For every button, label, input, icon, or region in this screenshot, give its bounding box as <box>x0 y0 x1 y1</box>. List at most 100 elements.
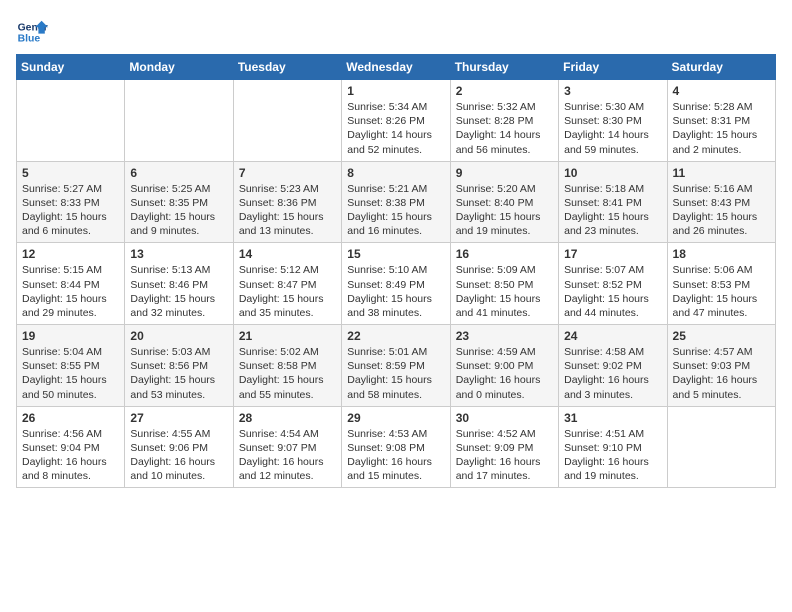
calendar-cell: 30 Sunrise: 4:52 AMSunset: 9:09 PMDayligh… <box>450 406 558 488</box>
calendar-cell <box>17 80 125 162</box>
day-number: 19 <box>22 329 119 343</box>
calendar-header: SundayMondayTuesdayWednesdayThursdayFrid… <box>17 55 776 80</box>
calendar-cell: 11 Sunrise: 5:16 AMSunset: 8:43 PMDayligh… <box>667 161 775 243</box>
day-number: 20 <box>130 329 227 343</box>
calendar-cell: 1 Sunrise: 5:34 AMSunset: 8:26 PMDaylight… <box>342 80 450 162</box>
calendar-cell <box>125 80 233 162</box>
day-number: 1 <box>347 84 444 98</box>
calendar-cell: 8Sunrise: 5:21 AMSunset: 8:38 PMDaylight… <box>342 161 450 243</box>
calendar-cell: 22 Sunrise: 5:01 AMSunset: 8:59 PMDayligh… <box>342 325 450 407</box>
day-info: Sunrise: 5:09 AMSunset: 8:50 PMDaylight:… <box>456 263 553 320</box>
day-info: Sunrise: 4:58 AMSunset: 9:02 PMDaylight:… <box>564 345 661 402</box>
calendar-cell: 21 Sunrise: 5:02 AMSunset: 8:58 PMDayligh… <box>233 325 341 407</box>
day-info: Sunrise: 5:23 AMSunset: 8:36 PMDaylight:… <box>239 182 336 239</box>
calendar-cell: 9 Sunrise: 5:20 AMSunset: 8:40 PMDaylight… <box>450 161 558 243</box>
calendar-cell: 27 Sunrise: 4:55 AMSunset: 9:06 PMDayligh… <box>125 406 233 488</box>
day-info: Sunrise: 5:32 AMSunset: 8:28 PMDaylight:… <box>456 100 553 157</box>
day-info: Sunrise: 4:52 AMSunset: 9:09 PMDaylight:… <box>456 427 553 484</box>
day-number: 14 <box>239 247 336 261</box>
calendar-cell <box>667 406 775 488</box>
logo: General Blue <box>16 16 48 48</box>
day-number: 30 <box>456 411 553 425</box>
day-info: Sunrise: 5:15 AMSunset: 8:44 PMDaylight:… <box>22 263 119 320</box>
calendar-cell: 10 Sunrise: 5:18 AMSunset: 8:41 PMDayligh… <box>559 161 667 243</box>
calendar-cell: 23Sunrise: 4:59 AMSunset: 9:00 PMDayligh… <box>450 325 558 407</box>
calendar-cell <box>233 80 341 162</box>
calendar-cell: 20 Sunrise: 5:03 AMSunset: 8:56 PMDayligh… <box>125 325 233 407</box>
page-header: General Blue <box>16 16 776 48</box>
calendar-cell: 26 Sunrise: 4:56 AMSunset: 9:04 PMDayligh… <box>17 406 125 488</box>
day-number: 16 <box>456 247 553 261</box>
calendar-week-1: 1 Sunrise: 5:34 AMSunset: 8:26 PMDaylight… <box>17 80 776 162</box>
day-number: 12 <box>22 247 119 261</box>
day-number: 27 <box>130 411 227 425</box>
day-info: Sunrise: 5:01 AMSunset: 8:59 PMDaylight:… <box>347 345 444 402</box>
day-info: Sunrise: 4:51 AMSunset: 9:10 PMDaylight:… <box>564 427 661 484</box>
header-day-monday: Monday <box>125 55 233 80</box>
day-info: Sunrise: 4:57 AMSunset: 9:03 PMDaylight:… <box>673 345 770 402</box>
calendar-cell: 4 Sunrise: 5:28 AMSunset: 8:31 PMDaylight… <box>667 80 775 162</box>
day-number: 3 <box>564 84 661 98</box>
day-info: Sunrise: 5:02 AMSunset: 8:58 PMDaylight:… <box>239 345 336 402</box>
calendar-cell: 15 Sunrise: 5:10 AMSunset: 8:49 PMDayligh… <box>342 243 450 325</box>
day-number: 17 <box>564 247 661 261</box>
day-number: 22 <box>347 329 444 343</box>
day-number: 15 <box>347 247 444 261</box>
day-number: 11 <box>673 166 770 180</box>
day-info: Sunrise: 5:28 AMSunset: 8:31 PMDaylight:… <box>673 100 770 157</box>
day-info: Sunrise: 5:25 AMSunset: 8:35 PMDaylight:… <box>130 182 227 239</box>
day-number: 4 <box>673 84 770 98</box>
header-day-friday: Friday <box>559 55 667 80</box>
day-info: Sunrise: 5:03 AMSunset: 8:56 PMDaylight:… <box>130 345 227 402</box>
calendar-week-3: 12 Sunrise: 5:15 AMSunset: 8:44 PMDayligh… <box>17 243 776 325</box>
svg-text:Blue: Blue <box>18 34 41 45</box>
day-number: 6 <box>130 166 227 180</box>
calendar-week-5: 26 Sunrise: 4:56 AMSunset: 9:04 PMDayligh… <box>17 406 776 488</box>
day-number: 28 <box>239 411 336 425</box>
calendar-cell: 19 Sunrise: 5:04 AMSunset: 8:55 PMDayligh… <box>17 325 125 407</box>
calendar-cell: 25 Sunrise: 4:57 AMSunset: 9:03 PMDayligh… <box>667 325 775 407</box>
day-number: 5 <box>22 166 119 180</box>
day-number: 31 <box>564 411 661 425</box>
day-number: 7 <box>239 166 336 180</box>
day-number: 9 <box>456 166 553 180</box>
day-number: 18 <box>673 247 770 261</box>
day-info: Sunrise: 4:55 AMSunset: 9:06 PMDaylight:… <box>130 427 227 484</box>
calendar-cell: 28 Sunrise: 4:54 AMSunset: 9:07 PMDayligh… <box>233 406 341 488</box>
calendar-week-2: 5 Sunrise: 5:27 AMSunset: 8:33 PMDaylight… <box>17 161 776 243</box>
day-info: Sunrise: 5:34 AMSunset: 8:26 PMDaylight:… <box>347 100 444 157</box>
day-info: Sunrise: 5:06 AMSunset: 8:53 PMDaylight:… <box>673 263 770 320</box>
calendar-cell: 14Sunrise: 5:12 AMSunset: 8:47 PMDayligh… <box>233 243 341 325</box>
logo-icon: General Blue <box>16 16 48 48</box>
calendar-cell: 16 Sunrise: 5:09 AMSunset: 8:50 PMDayligh… <box>450 243 558 325</box>
day-number: 25 <box>673 329 770 343</box>
day-info: Sunrise: 5:27 AMSunset: 8:33 PMDaylight:… <box>22 182 119 239</box>
day-info: Sunrise: 5:20 AMSunset: 8:40 PMDaylight:… <box>456 182 553 239</box>
day-info: Sunrise: 5:04 AMSunset: 8:55 PMDaylight:… <box>22 345 119 402</box>
day-number: 24 <box>564 329 661 343</box>
header-day-sunday: Sunday <box>17 55 125 80</box>
day-info: Sunrise: 5:18 AMSunset: 8:41 PMDaylight:… <box>564 182 661 239</box>
calendar-cell: 2 Sunrise: 5:32 AMSunset: 8:28 PMDaylight… <box>450 80 558 162</box>
calendar-cell: 5 Sunrise: 5:27 AMSunset: 8:33 PMDaylight… <box>17 161 125 243</box>
day-number: 8 <box>347 166 444 180</box>
day-info: Sunrise: 5:10 AMSunset: 8:49 PMDaylight:… <box>347 263 444 320</box>
calendar-cell: 17Sunrise: 5:07 AMSunset: 8:52 PMDayligh… <box>559 243 667 325</box>
day-info: Sunrise: 4:59 AMSunset: 9:00 PMDaylight:… <box>456 345 553 402</box>
day-info: Sunrise: 5:16 AMSunset: 8:43 PMDaylight:… <box>673 182 770 239</box>
day-info: Sunrise: 5:30 AMSunset: 8:30 PMDaylight:… <box>564 100 661 157</box>
header-day-saturday: Saturday <box>667 55 775 80</box>
calendar-cell: 3 Sunrise: 5:30 AMSunset: 8:30 PMDaylight… <box>559 80 667 162</box>
calendar-cell: 31 Sunrise: 4:51 AMSunset: 9:10 PMDayligh… <box>559 406 667 488</box>
day-info: Sunrise: 4:56 AMSunset: 9:04 PMDaylight:… <box>22 427 119 484</box>
day-number: 26 <box>22 411 119 425</box>
day-info: Sunrise: 5:13 AMSunset: 8:46 PMDaylight:… <box>130 263 227 320</box>
header-day-thursday: Thursday <box>450 55 558 80</box>
day-number: 2 <box>456 84 553 98</box>
calendar-body: 1 Sunrise: 5:34 AMSunset: 8:26 PMDaylight… <box>17 80 776 488</box>
day-number: 21 <box>239 329 336 343</box>
day-number: 10 <box>564 166 661 180</box>
day-number: 29 <box>347 411 444 425</box>
calendar-cell: 7 Sunrise: 5:23 AMSunset: 8:36 PMDaylight… <box>233 161 341 243</box>
day-info: Sunrise: 4:54 AMSunset: 9:07 PMDaylight:… <box>239 427 336 484</box>
